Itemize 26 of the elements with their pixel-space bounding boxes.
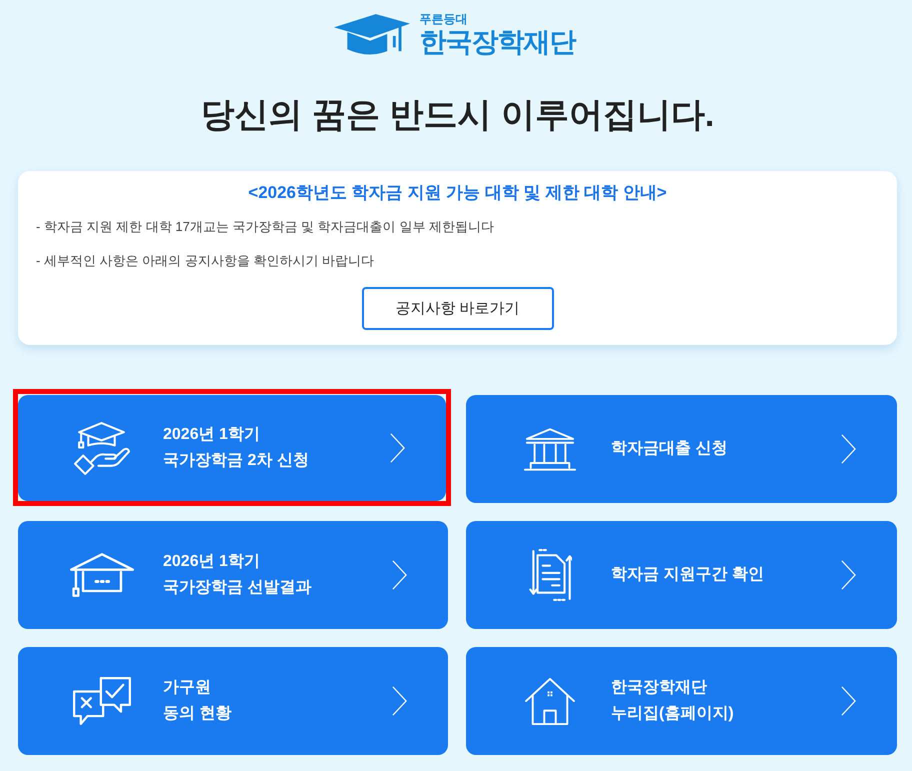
notice-link-button[interactable]: 공지사항 바로가기 xyxy=(362,287,554,330)
notice-text: - 학자금 지원 제한 대학 17개교는 국가장학금 및 학자금대출이 일부 제한됩니다 xyxy=(36,218,494,236)
menu-tile[interactable]: 2026년 1학기 국가장학금 선발결과 xyxy=(18,521,448,629)
documents-icon xyxy=(528,548,572,602)
graduation-cap-icon xyxy=(70,553,134,597)
menu-tile[interactable]: 학자금대출 신청 xyxy=(466,395,897,503)
logo-name: 한국장학재단 xyxy=(420,26,576,58)
chevron-right-icon xyxy=(391,685,408,717)
bank-building-icon xyxy=(524,428,576,470)
logo-tagline: 푸른등대 xyxy=(420,12,468,26)
headline: 당신의 꿈은 반드시 이루어집니다. xyxy=(200,95,716,136)
menu-tile[interactable]: 2026년 1학기 국가장학금 2차 신청 xyxy=(18,395,446,501)
menu-tile[interactable]: 가구원 동의 현황 xyxy=(18,647,448,755)
notice-text: - 세부적인 사항은 아래의 공지사항을 확인하시기 바랍니다 xyxy=(36,252,374,270)
chevron-right-icon xyxy=(840,559,857,591)
chevron-right-icon xyxy=(389,432,406,464)
graduation-cap-icon xyxy=(334,13,410,57)
chevron-right-icon xyxy=(840,433,857,465)
chevron-right-icon xyxy=(840,685,857,717)
graduation-cap-hand-icon xyxy=(73,420,131,476)
menu-tile[interactable]: 한국장학재단 누리집(홈페이지) xyxy=(466,647,897,755)
chevron-right-icon xyxy=(391,559,408,591)
house-icon xyxy=(525,678,575,724)
notice-title: <2026학년도 학자금 지원 가능 대학 및 제한 대학 안내> xyxy=(248,182,667,204)
speech-bubbles-icon xyxy=(73,677,131,725)
menu-tile[interactable]: 학자금 지원구간 확인 xyxy=(466,521,897,629)
